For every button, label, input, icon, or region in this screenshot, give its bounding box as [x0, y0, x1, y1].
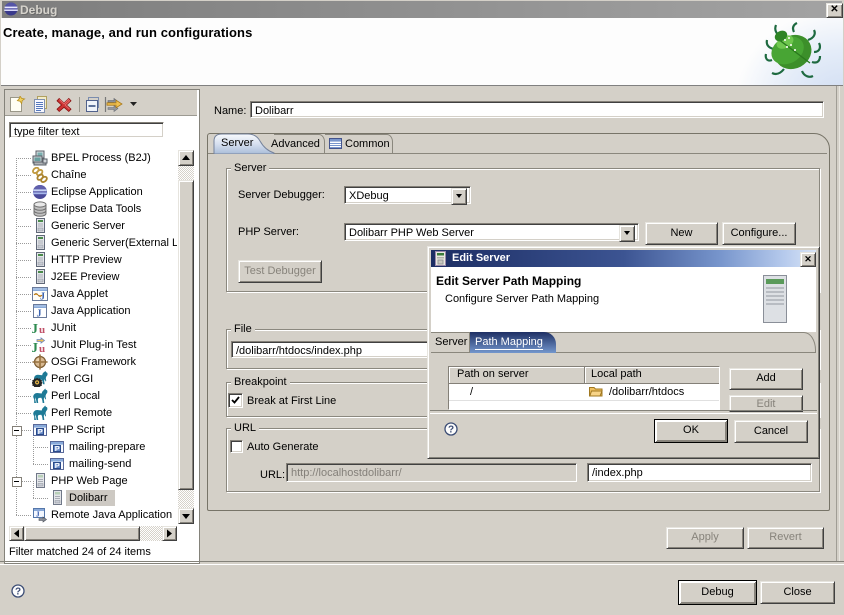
svg-text:?: ?: [15, 587, 21, 598]
svg-text:?: ?: [448, 425, 454, 436]
